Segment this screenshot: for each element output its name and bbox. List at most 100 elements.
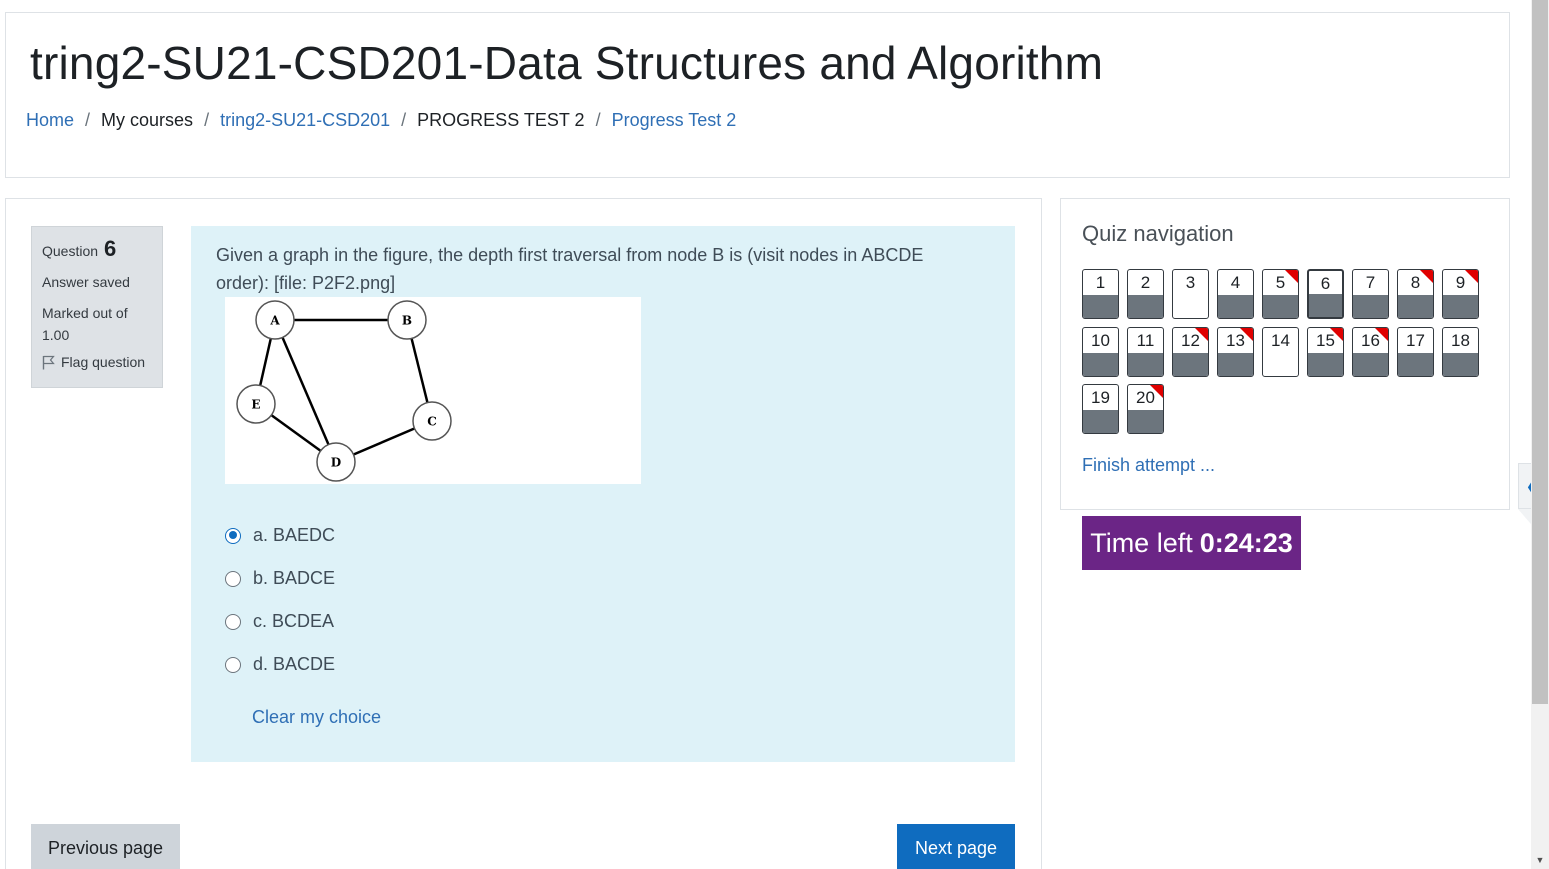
quiz-nav-question-20[interactable]: 20 <box>1127 384 1164 434</box>
clear-choice-link[interactable]: Clear my choice <box>252 707 381 728</box>
quiz-nav-question-2[interactable]: 2 <box>1127 269 1164 319</box>
answer-option-b[interactable]: b. BADCE <box>225 557 335 600</box>
graph-node-d: D <box>316 442 356 482</box>
quiz-nav-question-8[interactable]: 8 <box>1397 269 1434 319</box>
svg-text:D: D <box>331 456 341 470</box>
answered-indicator <box>1443 295 1478 318</box>
next-page-button[interactable]: Next page <box>897 824 1015 869</box>
answer-radio-b[interactable] <box>225 570 241 587</box>
graph-node-c: C <box>412 401 452 441</box>
answered-indicator <box>1128 410 1163 433</box>
quiz-nav-question-7[interactable]: 7 <box>1352 269 1389 319</box>
quiz-nav-question-9[interactable]: 9 <box>1442 269 1479 319</box>
flagged-corner-icon <box>1419 270 1433 284</box>
svg-text:C: C <box>427 415 437 429</box>
answer-option-d[interactable]: d. BACDE <box>225 643 335 686</box>
previous-page-button[interactable]: Previous page <box>31 824 180 869</box>
quiz-nav-question-number: 7 <box>1365 273 1376 292</box>
quiz-nav-question-5[interactable]: 5 <box>1262 269 1299 319</box>
quiz-nav-question-number: 2 <box>1140 273 1151 292</box>
svg-text:E: E <box>251 398 260 412</box>
quiz-nav-question-17[interactable]: 17 <box>1397 326 1434 377</box>
flag-icon <box>42 355 55 369</box>
breadcrumb-course[interactable]: tring2-SU21-CSD201 <box>220 110 390 131</box>
answer-option-c[interactable]: c. BCDEA <box>225 600 335 643</box>
quiz-nav-question-number: 3 <box>1185 273 1196 292</box>
answer-label-d: d. BACDE <box>253 654 336 674</box>
quiz-nav-question-number: 6 <box>1320 274 1331 293</box>
graph-diagram: A B C D E <box>236 300 452 482</box>
answered-indicator <box>1308 352 1343 376</box>
quiz-nav-question-number: 19 <box>1091 388 1110 407</box>
quiz-nav-question-12[interactable]: 12 <box>1172 326 1209 377</box>
quiz-nav-question-13[interactable]: 13 <box>1217 326 1254 377</box>
finish-attempt-link[interactable]: Finish attempt ... <box>1082 455 1215 476</box>
question-text: Given a graph in the figure, the depth f… <box>216 245 924 293</box>
answer-label-b: b. BADCE <box>253 568 336 588</box>
answered-indicator <box>1353 352 1388 376</box>
quiz-nav-question-number: 11 <box>1136 330 1155 350</box>
quiz-nav-question-number: 4 <box>1230 273 1241 292</box>
breadcrumb-home[interactable]: Home <box>26 110 74 131</box>
answer-radio-a[interactable] <box>225 527 241 544</box>
flagged-corner-icon <box>1194 327 1208 342</box>
flagged-corner-icon <box>1464 270 1478 284</box>
question-content: Given a graph in the figure, the depth f… <box>191 226 1015 762</box>
quiz-nav-question-number: 10 <box>1091 330 1110 350</box>
quiz-navigation: Quiz navigation 1 2 3 4 5 6 7 8 9 10 11 12 13 14 15 16 1… <box>1060 198 1510 510</box>
scroll-down-arrow-icon[interactable]: ▼ <box>1531 851 1549 869</box>
quiz-nav-question-number: 17 <box>1406 330 1425 350</box>
answer-options: a. BAEDC b. BADCE c. BCDEA d. BACDE <box>225 514 335 686</box>
graph-node-b: B <box>387 300 427 340</box>
answered-indicator <box>1083 295 1118 318</box>
answered-indicator <box>1398 295 1433 318</box>
quiz-nav-question-number: 14 <box>1271 330 1290 350</box>
quiz-nav-question-10[interactable]: 10 <box>1082 326 1119 377</box>
flag-question-button[interactable]: Flag question <box>42 354 152 370</box>
breadcrumb-quiz[interactable]: Progress Test 2 <box>612 110 737 131</box>
quiz-nav-question-14[interactable]: 14 <box>1262 326 1299 377</box>
answered-indicator <box>1128 352 1163 376</box>
answered-indicator <box>1128 295 1163 318</box>
answered-indicator <box>1309 294 1342 317</box>
answer-status: Answer saved <box>42 274 130 290</box>
quiz-nav-question-4[interactable]: 4 <box>1217 269 1254 319</box>
answered-indicator <box>1443 352 1478 376</box>
answered-indicator <box>1173 352 1208 376</box>
flag-question-label: Flag question <box>61 354 146 370</box>
flagged-corner-icon <box>1329 327 1343 342</box>
scrollbar-thumb[interactable] <box>1532 0 1548 704</box>
quiz-nav-question-6[interactable]: 6 <box>1307 269 1344 319</box>
page-title: tring2-SU21-CSD201-Data Structures and A… <box>30 37 1104 89</box>
quiz-nav-question-3[interactable]: 3 <box>1172 269 1209 319</box>
quiz-nav-question-16[interactable]: 16 <box>1352 326 1389 377</box>
quiz-nav-question-15[interactable]: 15 <box>1307 326 1344 377</box>
answered-indicator <box>1263 295 1298 318</box>
answer-option-a[interactable]: a. BAEDC <box>225 514 335 557</box>
answer-label-a: a. BAEDC <box>253 525 336 545</box>
question-number-value: 6 <box>103 236 117 261</box>
flagged-corner-icon <box>1149 385 1163 399</box>
marked-out-of: Marked out of 1.00 <box>42 305 128 343</box>
answered-indicator <box>1353 295 1388 318</box>
time-left-badge: Time left 0:24:23 <box>1082 516 1301 570</box>
quiz-navigation-title: Quiz navigation <box>1082 221 1234 246</box>
graph-node-e: E <box>236 384 276 424</box>
breadcrumb-section: PROGRESS TEST 2 <box>417 110 585 130</box>
answered-indicator <box>1083 352 1118 376</box>
breadcrumb-separator: / <box>204 110 210 130</box>
quiz-nav-question-18[interactable]: 18 <box>1442 326 1479 377</box>
question-number: Question 6 <box>42 236 117 261</box>
breadcrumb: Home / My courses / tring2-SU21-CSD201 /… <box>26 110 736 131</box>
svg-text:A: A <box>269 314 280 328</box>
quiz-nav-question-1[interactable]: 1 <box>1082 269 1119 319</box>
flagged-corner-icon <box>1374 327 1388 342</box>
graph-figure: A B C D E <box>225 297 641 484</box>
quiz-nav-question-11[interactable]: 11 <box>1127 326 1164 377</box>
breadcrumb-my-courses[interactable]: My courses <box>101 110 193 131</box>
answer-radio-c[interactable] <box>225 613 241 630</box>
quiz-nav-question-19[interactable]: 19 <box>1082 384 1119 434</box>
answered-indicator <box>1083 410 1118 433</box>
answer-radio-d[interactable] <box>225 656 241 673</box>
answered-indicator <box>1218 352 1253 376</box>
